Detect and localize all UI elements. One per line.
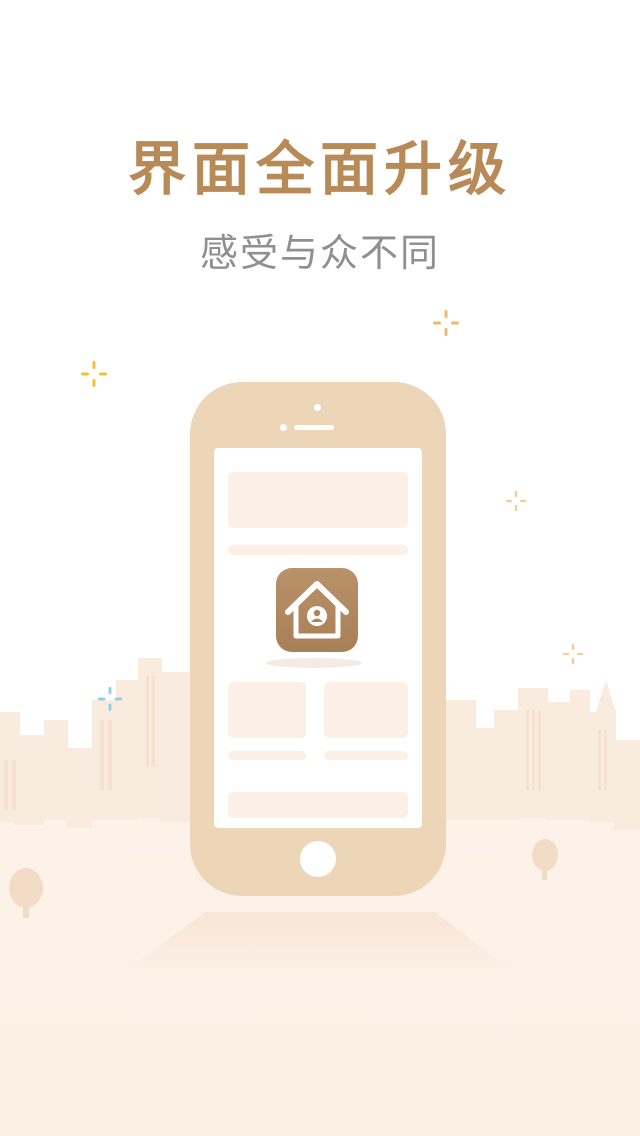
sparkle-icon <box>505 490 527 512</box>
placeholder-line <box>324 751 408 760</box>
sparkle-icon <box>81 361 107 387</box>
guide-screen[interactable]: 界面全面升级 感受与众不同 <box>0 0 640 1136</box>
app-icon-shadow <box>266 658 362 668</box>
phone-illustration <box>190 382 446 896</box>
placeholder-line <box>228 751 306 760</box>
phone-screen <box>214 448 422 828</box>
headline: 界面全面升级 <box>127 135 512 203</box>
placeholder-card <box>324 682 408 738</box>
house-person-icon <box>285 581 349 639</box>
placeholder-card <box>228 682 306 738</box>
tagline: 感受与众不同 <box>199 231 440 275</box>
sparkle-icon <box>97 686 123 712</box>
app-icon <box>276 568 358 652</box>
phone-sensor <box>314 404 321 411</box>
phone-camera <box>280 424 287 431</box>
placeholder-banner <box>228 472 408 528</box>
sparkle-icon <box>562 643 584 665</box>
placeholder-bar <box>228 792 408 818</box>
phone-speaker <box>294 425 334 430</box>
sparkle-icon <box>433 310 459 336</box>
placeholder-line <box>228 545 408 555</box>
phone-home-button <box>300 841 336 877</box>
